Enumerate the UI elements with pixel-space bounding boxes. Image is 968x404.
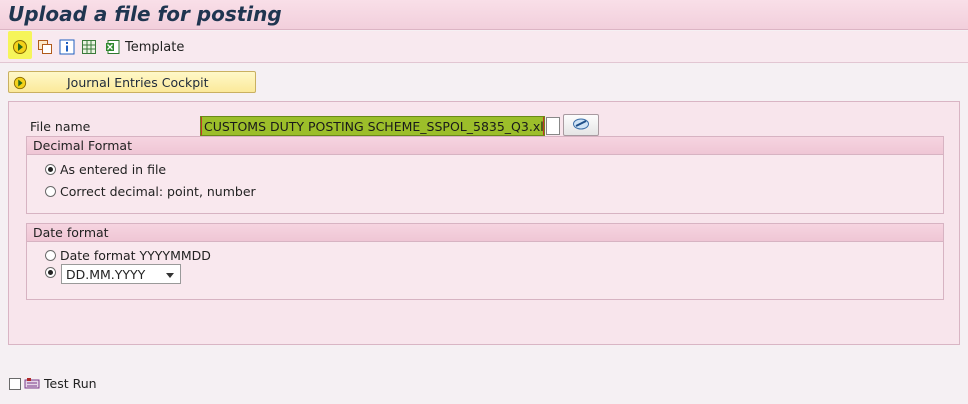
radio-date-dropdown[interactable] xyxy=(45,267,56,278)
journal-entries-cockpit-button[interactable]: Journal Entries Cockpit xyxy=(8,71,256,93)
info-icon[interactable] xyxy=(59,39,75,55)
execute-icon[interactable] xyxy=(12,39,28,55)
date-option-select[interactable] xyxy=(45,267,60,278)
cockpit-button-label: Journal Entries Cockpit xyxy=(67,75,209,90)
test-run-row: Test Run xyxy=(9,376,97,391)
radio-date-yyyymmdd-label: Date format YYYYMMDD xyxy=(60,248,211,263)
date-format-selected: DD.MM.YYYY xyxy=(66,267,146,282)
template-button[interactable]: Template xyxy=(125,40,184,55)
file-name-value: CUSTOMS DUTY POSTING SCHEME_SSPOL_5835_Q… xyxy=(204,119,545,134)
decimal-option-correct[interactable]: Correct decimal: point, number xyxy=(45,184,256,199)
decimal-format-group: Decimal Format As entered in file Correc… xyxy=(26,136,944,214)
date-format-group: Date format Date format YYYYMMDD DD.MM.Y… xyxy=(26,223,944,300)
copy-icon[interactable] xyxy=(37,39,53,55)
date-format-dropdown[interactable]: DD.MM.YYYY xyxy=(61,264,181,284)
decimal-format-header: Decimal Format xyxy=(27,137,943,155)
browse-icon xyxy=(572,116,590,135)
radio-date-yyyymmdd[interactable] xyxy=(45,250,56,261)
file-name-label: File name xyxy=(30,119,91,134)
page-title: Upload a file for posting xyxy=(8,2,282,26)
test-run-label: Test Run xyxy=(44,376,97,391)
file-name-field[interactable]: CUSTOMS DUTY POSTING SCHEME_SSPOL_5835_Q… xyxy=(200,116,545,136)
excel-template-icon[interactable] xyxy=(105,39,121,55)
date-format-header: Date format xyxy=(27,224,943,242)
test-run-checkbox[interactable] xyxy=(9,377,21,390)
grid-icon[interactable] xyxy=(81,39,97,55)
title-bar: Upload a file for posting xyxy=(0,0,968,30)
radio-as-entered[interactable] xyxy=(45,164,56,175)
toolbar: Template xyxy=(0,31,968,63)
test-run-icon xyxy=(24,377,40,391)
field-left-marker xyxy=(201,117,202,135)
decimal-option-as-entered[interactable]: As entered in file xyxy=(45,162,166,177)
browse-file-button[interactable] xyxy=(563,114,599,136)
radio-as-entered-label: As entered in file xyxy=(60,162,167,177)
field-right-marker xyxy=(543,117,544,135)
value-help-icon[interactable] xyxy=(546,117,560,135)
cockpit-icon xyxy=(13,75,27,94)
radio-correct-decimal-label: Correct decimal: point, number xyxy=(60,184,256,199)
date-option-yyyymmdd[interactable]: Date format YYYYMMDD xyxy=(45,248,211,263)
chevron-down-icon xyxy=(166,273,174,278)
radio-correct-decimal[interactable] xyxy=(45,186,56,197)
